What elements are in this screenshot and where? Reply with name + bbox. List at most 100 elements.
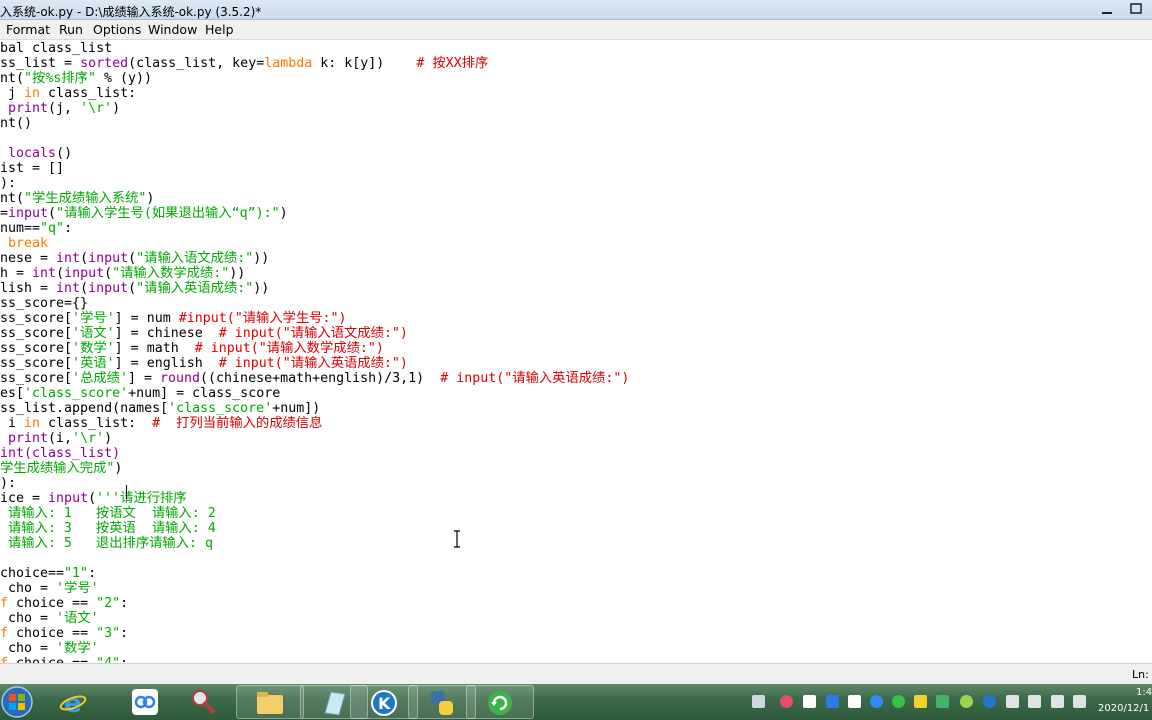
- code-line[interactable]: ):: [0, 176, 16, 191]
- code-line[interactable]: ice = input('''请进行排序: [0, 491, 187, 506]
- tray-image-icon[interactable]: [848, 695, 861, 708]
- tray-leaf-icon[interactable]: [960, 695, 973, 708]
- code-token: ice =: [0, 491, 49, 506]
- code-token: cho =: [0, 581, 57, 596]
- code-token: '\r': [72, 431, 105, 446]
- code-token: '英语': [72, 356, 115, 371]
- code-line[interactable]: nt("按%s排序" % (y)): [0, 71, 152, 86]
- code-line[interactable]: cho = '数学': [0, 641, 99, 656]
- line-number-label: Ln:: [1132, 668, 1149, 681]
- notes-icon: [324, 691, 346, 716]
- code-line[interactable]: f choice == "3":: [0, 626, 128, 641]
- code-line[interactable]: es['class_score'+num] = class_score: [0, 386, 280, 401]
- windows-start-icon[interactable]: [0, 685, 34, 719]
- code-line[interactable]: ss_score['学号'] = num #input("请输入学生号:"): [0, 311, 347, 326]
- tray-cloud-icon[interactable]: [803, 695, 816, 708]
- code-line[interactable]: nt(): [0, 116, 32, 131]
- menu-format[interactable]: Format: [6, 22, 50, 37]
- tray-volume-icon[interactable]: [1073, 695, 1086, 708]
- code-editor[interactable]: bal class_list ss_list = sorted(class_lis…: [0, 40, 1152, 663]
- code-line[interactable]: ss_score['数学'] = math # input("请输入数学成绩:"…: [0, 341, 384, 356]
- tray-plus-icon[interactable]: [914, 695, 927, 708]
- code-line[interactable]: cho = '学号': [0, 581, 99, 596]
- code-line[interactable]: lish = int(input("请输入英语成绩:")): [0, 281, 269, 296]
- svg-text:e: e: [64, 689, 82, 716]
- code-token: break: [8, 236, 49, 251]
- taskbar-tools-app[interactable]: [170, 685, 238, 719]
- code-line[interactable]: choice=="1":: [0, 566, 96, 581]
- code-line[interactable]: bal class_list: [0, 41, 112, 56]
- code-token: :: [64, 221, 73, 236]
- code-line[interactable]: print(i,'\r'): [0, 431, 112, 446]
- tray-k-icon[interactable]: [983, 695, 996, 708]
- tray-device-icon[interactable]: [1051, 695, 1064, 708]
- code-line[interactable]: break: [0, 236, 48, 251]
- code-line[interactable]: print(j, '\r'): [0, 101, 120, 116]
- taskbar-refresh-app[interactable]: [466, 685, 534, 719]
- code-token: lambda: [264, 56, 313, 71]
- tray-app-icon[interactable]: [826, 695, 839, 708]
- code-token: lish =: [0, 281, 57, 296]
- code-token: ist = []: [0, 161, 65, 176]
- code-token: '''请进行排序: [96, 491, 187, 506]
- tray-wechat-icon[interactable]: [892, 695, 905, 708]
- tray-flower-icon[interactable]: [780, 695, 793, 708]
- menu-help[interactable]: Help: [205, 22, 234, 37]
- code-token: '数学': [56, 641, 99, 656]
- code-line[interactable]: =input("请输入学生号(如果退出输入“q”):"): [0, 206, 288, 221]
- code-line[interactable]: ss_score['英语'] = english # input("请输入英语成…: [0, 356, 408, 371]
- code-token: "2": [96, 596, 121, 611]
- code-token: nese =: [0, 251, 57, 266]
- code-line[interactable]: nese = int(input("请输入语文成绩:")): [0, 251, 269, 266]
- code-line[interactable]: nt("学生成绩输入系统"): [0, 191, 154, 206]
- code-token: ): [104, 431, 113, 446]
- code-token: 请输入: 3 按英语 请输入: 4: [0, 521, 216, 536]
- code-line[interactable]: ):: [0, 476, 16, 491]
- code-line[interactable]: 请输入: 3 按英语 请输入: 4: [0, 521, 216, 536]
- maximize-icon: [1130, 3, 1142, 14]
- code-token: print: [8, 431, 49, 446]
- code-line[interactable]: h = int(input("请输入数学成绩:")): [0, 266, 245, 281]
- menu-options[interactable]: Options: [93, 22, 141, 37]
- code-line[interactable]: int(class_list): [0, 446, 120, 461]
- k-app-icon: K: [371, 690, 397, 716]
- code-line[interactable]: ss_score['语文'] = chinese # input("请输入语文成…: [0, 326, 408, 341]
- code-token: h =: [0, 266, 33, 281]
- code-line[interactable]: 请输入: 5 退出排序请输入: q: [0, 536, 213, 551]
- code-line[interactable]: locals(): [0, 146, 72, 161]
- maximize-button[interactable]: [1121, 0, 1151, 18]
- menu-run[interactable]: Run: [59, 22, 83, 37]
- code-token: # input("请输入英语成绩:"): [440, 371, 630, 386]
- taskbar-internet-explorer[interactable]: e: [40, 685, 108, 719]
- clock-time[interactable]: 1:4: [1136, 687, 1152, 698]
- code-line[interactable]: ss_list = sorted(class_list, key=lambda …: [0, 56, 488, 71]
- code-line[interactable]: ss_score['总成绩'] = round((chinese+math+en…: [0, 371, 629, 386]
- code-line[interactable]: ist = []: [0, 161, 64, 176]
- code-line[interactable]: i in class_list: # 打列当前输入的成绩信息: [0, 416, 322, 431]
- code-token: cho =: [0, 611, 57, 626]
- tray-green-icon[interactable]: [936, 695, 949, 708]
- code-line[interactable]: 学生成绩输入完成"): [0, 461, 122, 476]
- minimize-button[interactable]: [1092, 0, 1122, 18]
- code-line[interactable]: f choice == "4":: [0, 656, 128, 663]
- tray-network-icon[interactable]: [1006, 695, 1019, 708]
- tray-security-icon[interactable]: [870, 695, 883, 708]
- code-token: '数学': [72, 341, 115, 356]
- clock-date[interactable]: 2020/12/1: [1098, 703, 1149, 714]
- code-line[interactable]: ss_list.append(names['class_score'+num]): [0, 401, 320, 416]
- code-line[interactable]: 请输入: 1 按语文 请输入: 2: [0, 506, 216, 521]
- code-line[interactable]: f choice == "2":: [0, 596, 128, 611]
- code-token: i: [0, 416, 25, 431]
- code-line[interactable]: j in class_list:: [0, 86, 136, 101]
- code-line[interactable]: num=="q":: [0, 221, 72, 236]
- code-token: ] = math: [114, 341, 195, 356]
- taskbar-file-explorer[interactable]: [236, 685, 304, 719]
- menu-window[interactable]: Window: [148, 22, 197, 37]
- code-token: "1": [64, 566, 89, 581]
- tray-keyboard-icon[interactable]: [752, 695, 765, 708]
- code-token: class_list:: [40, 416, 153, 431]
- code-line[interactable]: ss_score={}: [0, 296, 88, 311]
- tray-monitor-icon[interactable]: [1028, 695, 1041, 708]
- cloud-app-icon: [132, 689, 158, 715]
- code-line[interactable]: cho = '语文': [0, 611, 99, 626]
